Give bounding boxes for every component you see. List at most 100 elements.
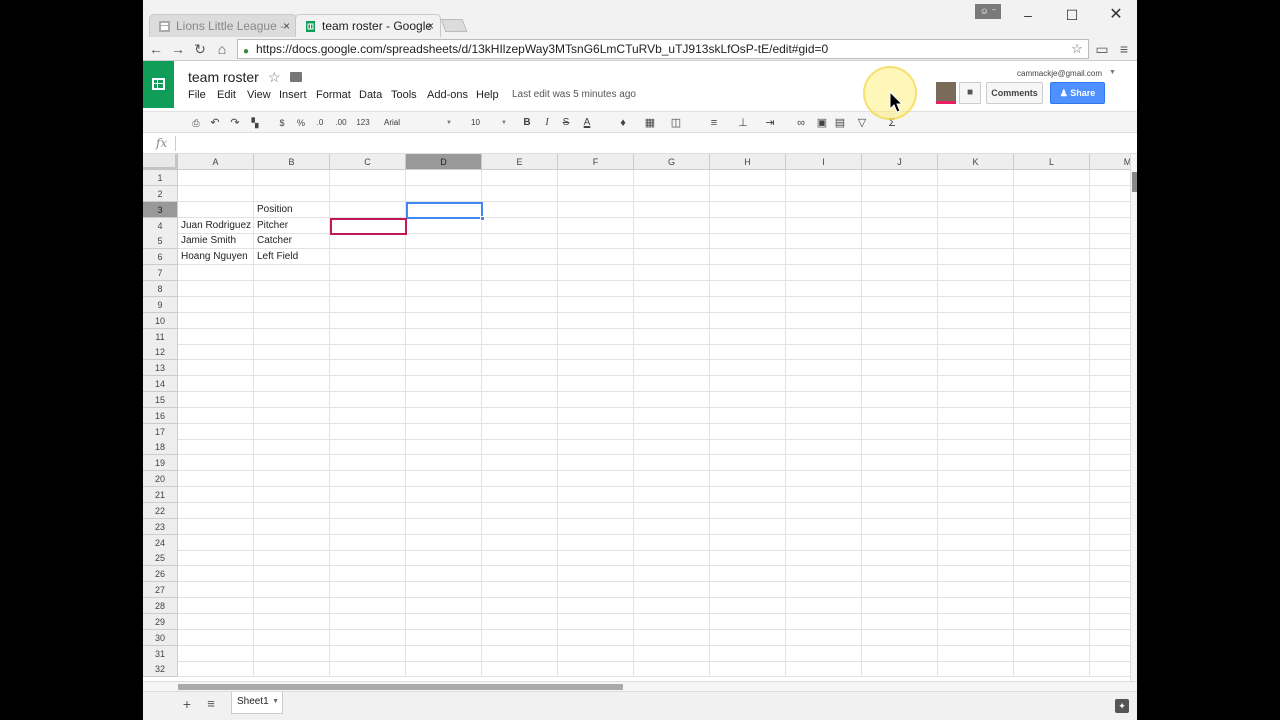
cell-k23[interactable] <box>938 518 1014 535</box>
cell-c20[interactable] <box>330 471 406 488</box>
cell-b30[interactable] <box>254 629 330 646</box>
row-header-1[interactable]: 1 <box>143 170 178 186</box>
cell-a4[interactable]: Juan Rodriguez <box>178 217 254 234</box>
filter-icon[interactable]: ▽ <box>853 115 871 131</box>
cell-i6[interactable] <box>786 249 862 266</box>
cell-d23[interactable] <box>406 518 482 535</box>
cell-g27[interactable] <box>634 582 710 599</box>
cell-i2[interactable] <box>786 185 862 202</box>
cell-a15[interactable] <box>178 391 254 408</box>
cell-f16[interactable] <box>558 407 634 424</box>
cell-h14[interactable] <box>710 376 786 393</box>
cell-d26[interactable] <box>406 566 482 583</box>
insert-comment-icon[interactable]: ▣ <box>815 115 829 131</box>
cell-j15[interactable] <box>862 391 938 408</box>
fill-color-icon[interactable]: ♦ <box>613 115 633 131</box>
bold-button[interactable]: B <box>521 115 533 131</box>
cell-e30[interactable] <box>482 629 558 646</box>
cell-l7[interactable] <box>1014 265 1090 282</box>
cell-b29[interactable] <box>254 613 330 630</box>
cell-e26[interactable] <box>482 566 558 583</box>
formula-input[interactable] <box>181 136 1121 151</box>
cell-j9[interactable] <box>862 296 938 313</box>
menu-insert[interactable]: Insert <box>279 89 307 101</box>
cell-m6[interactable] <box>1090 249 1130 266</box>
cell-b32[interactable] <box>254 661 330 678</box>
cell-c14[interactable] <box>330 376 406 393</box>
cell-j27[interactable] <box>862 582 938 599</box>
cell-h2[interactable] <box>710 185 786 202</box>
cell-g1[interactable] <box>634 170 710 186</box>
cell-c10[interactable] <box>330 312 406 329</box>
cell-j30[interactable] <box>862 629 938 646</box>
cell-m28[interactable] <box>1090 598 1130 614</box>
cell-i30[interactable] <box>786 629 862 646</box>
cell-h28[interactable] <box>710 597 786 614</box>
cell-i15[interactable] <box>786 391 862 408</box>
cell-k20[interactable] <box>938 471 1014 488</box>
cell-k8[interactable] <box>938 280 1014 297</box>
cell-g12[interactable] <box>634 344 710 361</box>
cell-j6[interactable] <box>862 249 938 266</box>
cell-a26[interactable] <box>178 566 254 583</box>
cell-f19[interactable] <box>558 455 634 472</box>
cell-m2[interactable] <box>1090 186 1130 202</box>
cell-m10[interactable] <box>1090 313 1130 329</box>
cell-i29[interactable] <box>786 613 862 630</box>
cell-j20[interactable] <box>862 471 938 488</box>
cell-f14[interactable] <box>558 376 634 393</box>
cell-a17[interactable] <box>178 423 254 440</box>
cell-e4[interactable] <box>482 217 558 234</box>
cell-c12[interactable] <box>330 344 406 361</box>
cell-j18[interactable] <box>862 439 938 456</box>
cell-d25[interactable] <box>406 550 482 567</box>
cell-f26[interactable] <box>558 566 634 583</box>
cell-g19[interactable] <box>634 455 710 472</box>
cell-j12[interactable] <box>862 344 938 361</box>
cell-d13[interactable] <box>406 360 482 377</box>
cell-h15[interactable] <box>710 391 786 408</box>
cell-c29[interactable] <box>330 613 406 630</box>
cell-l15[interactable] <box>1014 391 1090 408</box>
menu-icon[interactable]: ≡ <box>1115 40 1133 58</box>
borders-icon[interactable]: ▦ <box>641 115 659 131</box>
cell-a22[interactable] <box>178 502 254 519</box>
cell-k7[interactable] <box>938 265 1014 282</box>
cell-c9[interactable] <box>330 296 406 313</box>
cell-f4[interactable] <box>558 217 634 234</box>
reload-icon[interactable]: ↻ <box>191 40 209 58</box>
tab-lions-little-league[interactable]: Lions Little League - × <box>149 14 297 37</box>
cell-c1[interactable] <box>330 170 406 186</box>
cell-g20[interactable] <box>634 471 710 488</box>
new-tab-button[interactable] <box>440 19 468 32</box>
cell-k32[interactable] <box>938 661 1014 678</box>
cell-m1[interactable] <box>1090 170 1130 186</box>
cell-k19[interactable] <box>938 455 1014 472</box>
cell-j7[interactable] <box>862 265 938 282</box>
cell-m29[interactable] <box>1090 614 1130 630</box>
cell-j17[interactable] <box>862 423 938 440</box>
cell-g4[interactable] <box>634 217 710 234</box>
cell-d7[interactable] <box>406 265 482 282</box>
cell-e2[interactable] <box>482 185 558 202</box>
maximize-icon[interactable]: ☐ <box>1057 4 1087 26</box>
cell-m7[interactable] <box>1090 265 1130 282</box>
cell-g11[interactable] <box>634 328 710 345</box>
redo-icon[interactable]: ↷ <box>228 115 242 131</box>
cell-e22[interactable] <box>482 502 558 519</box>
cell-j32[interactable] <box>862 661 938 678</box>
cell-a7[interactable] <box>178 265 254 282</box>
row-header-17[interactable]: 17 <box>143 423 178 440</box>
cell-a16[interactable] <box>178 407 254 424</box>
cell-a9[interactable] <box>178 296 254 313</box>
cell-f2[interactable] <box>558 185 634 202</box>
cell-l14[interactable] <box>1014 376 1090 393</box>
cell-h19[interactable] <box>710 455 786 472</box>
cell-c16[interactable] <box>330 407 406 424</box>
cell-k22[interactable] <box>938 502 1014 519</box>
account-dropdown-icon[interactable]: ▼ <box>1109 69 1116 76</box>
cell-a23[interactable] <box>178 518 254 535</box>
cell-l22[interactable] <box>1014 502 1090 519</box>
cell-b7[interactable] <box>254 265 330 282</box>
cell-f17[interactable] <box>558 423 634 440</box>
